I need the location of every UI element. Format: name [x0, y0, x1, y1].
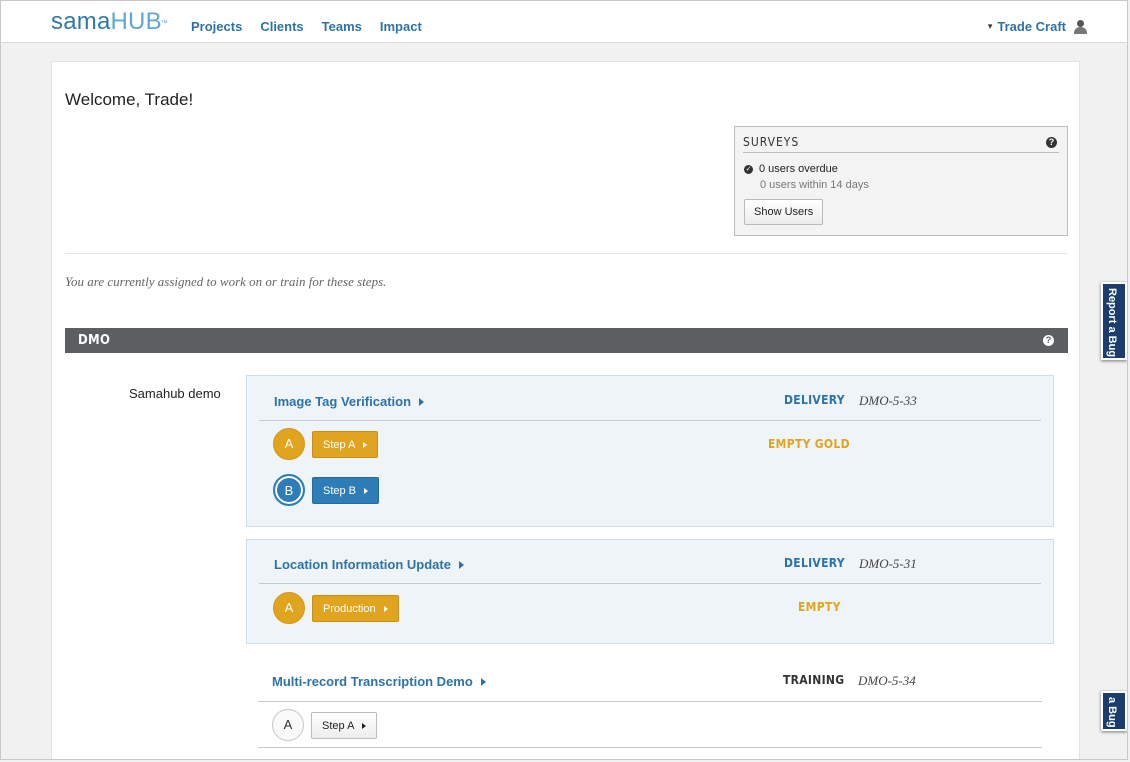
- step-button[interactable]: Step A: [311, 712, 378, 739]
- step-button[interactable]: Production: [312, 595, 399, 622]
- assigned-note: You are currently assigned to work on or…: [65, 274, 387, 289]
- project-code: DMO-5-33: [859, 393, 917, 408]
- report-bug-tab-secondary[interactable]: a Bug: [1101, 691, 1127, 731]
- project-code: DMO-5-31: [859, 556, 917, 571]
- card-divider: [259, 583, 1041, 584]
- project-type: DELIVERY: [784, 556, 845, 570]
- step-button[interactable]: Step B: [312, 477, 380, 504]
- samahub-logo[interactable]: samaHUB ™: [51, 8, 168, 36]
- user-menu[interactable]: ▾ Trade Craft: [988, 19, 1087, 34]
- card-divider: [259, 420, 1041, 421]
- user-name: Trade Craft: [997, 19, 1066, 34]
- welcome-heading: Welcome, Trade!: [65, 90, 194, 109]
- within-days-text: 0 users within 14 days: [760, 179, 869, 191]
- help-icon[interactable]: ?: [1043, 335, 1054, 346]
- nav-teams[interactable]: Teams: [322, 19, 362, 34]
- top-navbar: samaHUB ™ Projects Clients Teams Impact ▾…: [1, 1, 1127, 43]
- help-icon[interactable]: ?: [1046, 137, 1057, 148]
- surveys-divider: [743, 152, 1059, 153]
- project-card: Image Tag Verification DELIVERY DMO-5-33…: [246, 375, 1054, 527]
- group-name: DMO: [78, 333, 111, 348]
- main-nav: Projects Clients Teams Impact: [191, 19, 422, 34]
- caret-right-icon: [364, 487, 369, 494]
- report-bug-tab[interactable]: Report a Bug: [1101, 282, 1127, 360]
- caret-right-icon: [363, 441, 368, 448]
- project-card: Location Information Update DELIVERY DMO…: [246, 539, 1054, 644]
- caret-down-icon: ▾: [987, 21, 993, 31]
- nav-clients[interactable]: Clients: [260, 19, 303, 34]
- surveys-box: SURVEYS ? ✓ 0 users overdue 0 users with…: [734, 126, 1068, 236]
- nav-impact[interactable]: Impact: [380, 19, 422, 34]
- user-avatar-icon: [1073, 19, 1087, 34]
- step-status: EMPTY: [798, 600, 841, 614]
- project-card: Multi-record Transcription Demo TRAINING…: [246, 658, 1054, 759]
- project-title-link[interactable]: Multi-record Transcription Demo: [272, 674, 486, 689]
- surveys-title: SURVEYS: [743, 135, 800, 149]
- divider: [65, 253, 1067, 254]
- caret-right-icon: [458, 560, 464, 569]
- step-status: EMPTY GOLD: [768, 437, 850, 451]
- caret-right-icon: [419, 397, 425, 406]
- caret-right-icon: [383, 605, 388, 612]
- dashboard-panel: Welcome, Trade! SURVEYS ? ✓ 0 users over…: [51, 61, 1080, 759]
- overdue-text: 0 users overdue: [759, 163, 838, 175]
- card-divider: [258, 701, 1042, 702]
- project-type: TRAINING: [783, 673, 845, 687]
- caret-right-icon: [480, 677, 486, 686]
- step-circle: A: [273, 592, 305, 624]
- nav-projects[interactable]: Projects: [191, 19, 242, 34]
- caret-right-icon: [362, 722, 367, 729]
- project-title-link[interactable]: Image Tag Verification: [274, 394, 425, 409]
- project-code: DMO-5-34: [858, 673, 916, 688]
- check-circle-icon: ✓: [744, 164, 753, 174]
- step-circle: A: [272, 709, 304, 741]
- step-circle: A: [273, 428, 305, 460]
- group-header-dmo: DMO ?: [65, 328, 1068, 353]
- app-frame: samaHUB ™ Projects Clients Teams Impact ▾…: [0, 0, 1128, 760]
- show-users-button[interactable]: Show Users: [744, 199, 824, 225]
- project-title-link[interactable]: Location Information Update: [274, 557, 464, 572]
- card-divider: [258, 747, 1042, 748]
- project-type: DELIVERY: [784, 393, 845, 407]
- client-name: Samahub demo: [129, 386, 221, 401]
- step-button[interactable]: Step A: [312, 431, 379, 458]
- overdue-row: ✓ 0 users overdue: [744, 163, 838, 175]
- step-circle-refresh: B: [273, 474, 305, 506]
